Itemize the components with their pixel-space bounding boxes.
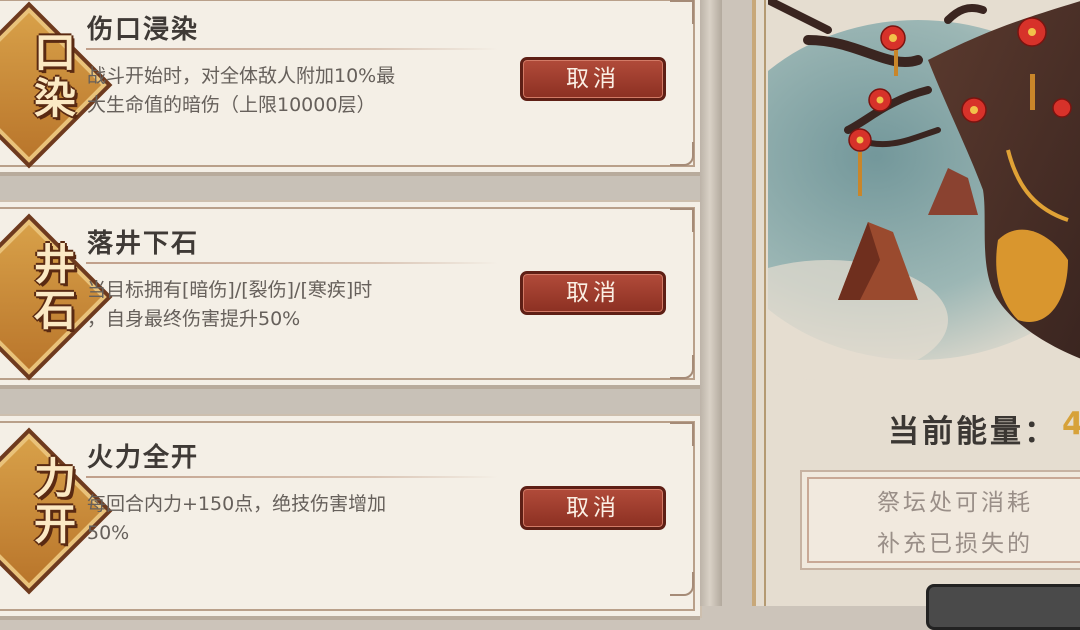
corner-ornament — [670, 422, 694, 446]
skill-desc-2: 当目标拥有[暗伤]/[裂伤]/[寒疾]时 ，自身最终伤害提升50% — [87, 279, 373, 330]
title-divider — [86, 48, 498, 50]
title-divider — [86, 476, 498, 478]
skill-list-panel: 口染 伤口浸染 战斗开始时，对全体敌人附加10%最 大生命值的暗伤（上限1000… — [0, 0, 720, 620]
panel-divider — [700, 0, 722, 606]
skill-desc-3: 每回合内力+150点，绝技伤害增加 50% — [87, 493, 387, 544]
skill-title-3: 火力全开 — [87, 443, 200, 473]
skill-desc-1: 战斗开始时，对全体敌人附加10%最 大生命值的暗伤（上限10000层） — [87, 65, 396, 116]
panel-border — [764, 0, 766, 606]
plum-tree-illustration — [768, 0, 1080, 390]
cancel-button-3[interactable]: 取消 — [520, 486, 666, 530]
skill-emblem-text-3: 力开 — [33, 454, 78, 549]
cancel-button-2[interactable]: 取消 — [520, 271, 666, 315]
corner-ornament — [670, 355, 694, 379]
altar-info-line-2: 补充已损失的 — [877, 531, 1033, 557]
title-divider — [86, 262, 498, 264]
corner-ornament — [670, 0, 694, 24]
energy-label: 当前能量： — [888, 414, 1058, 450]
altar-info-line-1: 祭坛处可消耗 — [877, 490, 1033, 516]
skill-title-1: 伤口浸染 — [87, 15, 200, 45]
skill-emblem-text-2: 井石 — [33, 240, 78, 335]
energy-value: 4 — [1062, 406, 1080, 442]
corner-ornament — [670, 142, 694, 166]
cancel-button-1[interactable]: 取消 — [520, 57, 666, 101]
corner-ornament — [670, 208, 694, 232]
skill-emblem-text-1: 口染 — [33, 28, 78, 123]
corner-ornament — [670, 572, 694, 596]
skill-title-2: 落井下石 — [87, 229, 200, 259]
altar-action-button[interactable] — [926, 584, 1080, 630]
